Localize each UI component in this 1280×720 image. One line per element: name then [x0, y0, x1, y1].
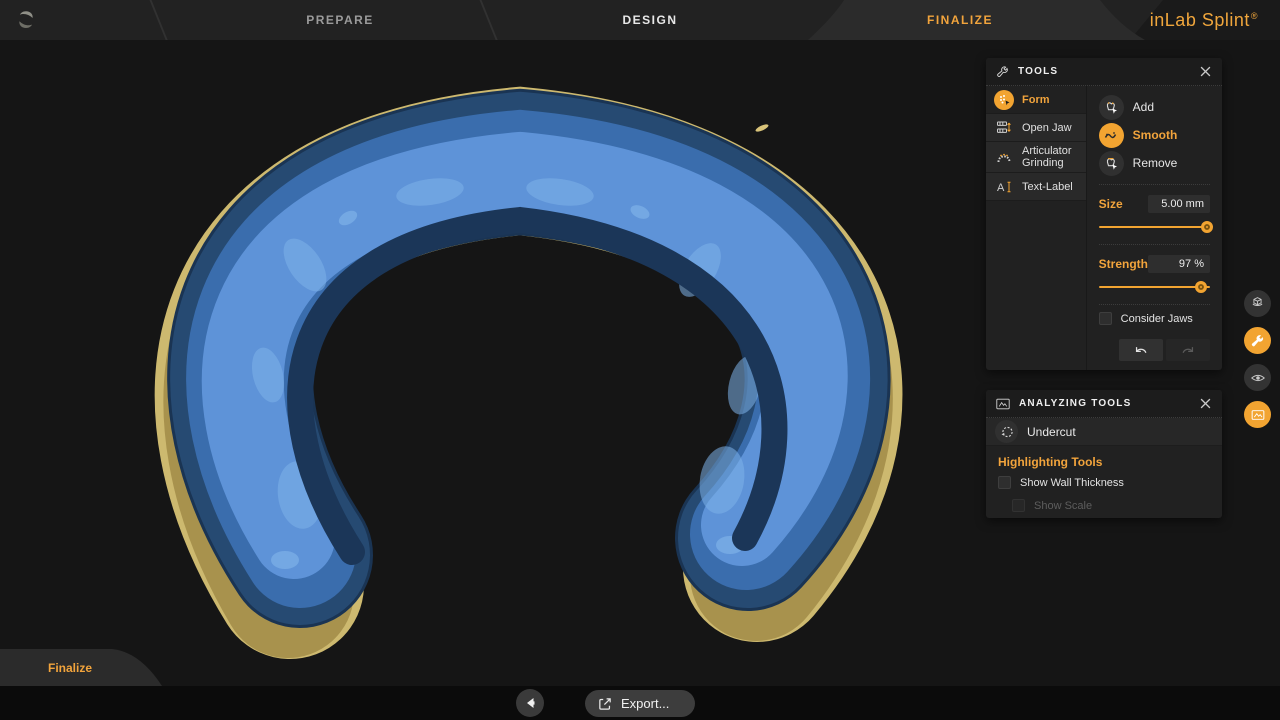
add-mode-icon: [1099, 95, 1124, 120]
wrench-icon: [1250, 333, 1265, 348]
redo-button[interactable]: [1166, 339, 1210, 361]
top-phase-bar: PREPARE DESIGN FINALIZE inLab Splint®: [0, 0, 1280, 40]
back-button[interactable]: [516, 689, 544, 717]
splint-model: [0, 40, 985, 686]
show-wall-thickness-option[interactable]: Show Wall Thickness: [998, 476, 1210, 489]
mode-label: Remove: [1133, 156, 1178, 170]
export-icon: [597, 696, 613, 712]
show-scale-checkbox: [1012, 499, 1025, 512]
show-scale-option: Show Scale: [1012, 499, 1210, 512]
analyzing-panel-header: ANALYZING TOOLS: [986, 390, 1222, 418]
display-options-button[interactable]: [1244, 364, 1271, 391]
strength-label: Strength: [1099, 257, 1148, 271]
strength-slider[interactable]: [1099, 281, 1210, 293]
analyzing-panel-toggle-button[interactable]: [1244, 401, 1271, 428]
tools-panel: TOOLS Form: [986, 58, 1222, 370]
eye-icon: [1249, 369, 1267, 387]
redo-icon: [1180, 344, 1196, 357]
mode-label: Add: [1133, 100, 1154, 114]
brand-name: inLab Splint: [1150, 10, 1250, 31]
wrench-icon: [996, 65, 1009, 78]
analyzing-tools-panel: ANALYZING TOOLS Undercut Highlighting To…: [986, 390, 1222, 518]
tool-category-label: Form: [1022, 94, 1050, 106]
show-wall-thickness-checkbox[interactable]: [998, 476, 1011, 489]
size-slider[interactable]: [1099, 221, 1210, 233]
view-options-button[interactable]: [1244, 290, 1271, 317]
show-wall-thickness-label: Show Wall Thickness: [1020, 477, 1124, 489]
undercut-tool[interactable]: Undercut: [986, 418, 1222, 446]
mode-smooth[interactable]: Smooth: [1099, 121, 1210, 149]
size-label: Size: [1099, 197, 1123, 211]
undo-button[interactable]: [1119, 339, 1163, 361]
separator: [1099, 304, 1210, 305]
dentsply-sirona-logo: [13, 7, 39, 38]
consider-jaws-option[interactable]: Consider Jaws: [1099, 312, 1210, 325]
undo-icon: [1133, 344, 1149, 357]
strength-slider-handle[interactable]: [1195, 281, 1207, 293]
undercut-icon: [995, 420, 1018, 443]
tool-category-text-label[interactable]: A Text-Label: [986, 173, 1086, 201]
tool-category-open-jaw[interactable]: Open Jaw: [986, 114, 1086, 142]
phase-design[interactable]: DESIGN: [570, 0, 730, 40]
separator: [1099, 184, 1210, 185]
brand-reg-mark: ®: [1251, 11, 1258, 21]
app-brand: inLab Splint®: [1150, 0, 1258, 40]
tool-category-label: Articulator Grinding: [1022, 145, 1078, 169]
undercut-label: Undercut: [1027, 425, 1076, 439]
analyzing-panel-close-button[interactable]: [1198, 397, 1212, 411]
mode-remove[interactable]: Remove: [1099, 149, 1210, 177]
size-slider-track: [1099, 226, 1210, 228]
tool-category-label: Open Jaw: [1022, 122, 1072, 134]
phase-finalize[interactable]: FINALIZE: [880, 0, 1040, 40]
strength-slider-track: [1099, 286, 1210, 288]
tools-panel-toggle-button[interactable]: [1244, 327, 1271, 354]
export-button[interactable]: Export...: [585, 690, 695, 717]
consider-jaws-checkbox[interactable]: [1099, 312, 1112, 325]
close-icon: [1200, 66, 1211, 77]
mode-label: Smooth: [1133, 128, 1178, 142]
analyzing-panel-title: ANALYZING TOOLS: [1019, 398, 1189, 409]
tool-category-form[interactable]: Form: [986, 86, 1086, 114]
analysis-image-icon: [1250, 407, 1266, 423]
tools-panel-close-button[interactable]: [1198, 65, 1212, 79]
form-tool-icon: [994, 90, 1014, 110]
close-icon: [1200, 398, 1211, 409]
back-arrow-icon: [523, 696, 537, 710]
svg-text:A: A: [997, 182, 1005, 194]
open-jaw-icon: [994, 118, 1014, 138]
tool-category-label: Text-Label: [1022, 181, 1073, 193]
size-value-field[interactable]: 5.00 mm: [1148, 195, 1210, 213]
text-label-icon: A: [994, 177, 1014, 197]
tool-category-articulator-grinding[interactable]: Articulator Grinding: [986, 142, 1086, 173]
segment-divider: [148, 0, 170, 40]
strength-value-field[interactable]: 97 %: [1148, 255, 1210, 273]
separator: [1099, 244, 1210, 245]
tool-options: Add Smooth: [1087, 86, 1222, 370]
remove-mode-icon: [1099, 151, 1124, 176]
analysis-image-icon: [996, 398, 1010, 410]
app-window: PREPARE DESIGN FINALIZE inLab Splint®: [0, 0, 1280, 720]
phase-prepare[interactable]: PREPARE: [260, 0, 420, 40]
segment-divider: [478, 0, 500, 40]
tool-category-list: Form Open J: [986, 86, 1087, 370]
smooth-mode-icon: [1099, 123, 1124, 148]
mode-add[interactable]: Add: [1099, 93, 1210, 121]
export-label: Export...: [621, 696, 669, 711]
show-scale-label: Show Scale: [1034, 500, 1092, 512]
articulator-grinding-icon: [994, 147, 1014, 167]
size-slider-handle[interactable]: [1201, 221, 1213, 233]
highlighting-tools-title: Highlighting Tools: [998, 455, 1210, 469]
tools-panel-header: TOOLS: [986, 58, 1222, 86]
consider-jaws-label: Consider Jaws: [1121, 313, 1193, 325]
cube-icon: [1249, 295, 1266, 312]
tools-panel-title: TOOLS: [1018, 66, 1189, 77]
